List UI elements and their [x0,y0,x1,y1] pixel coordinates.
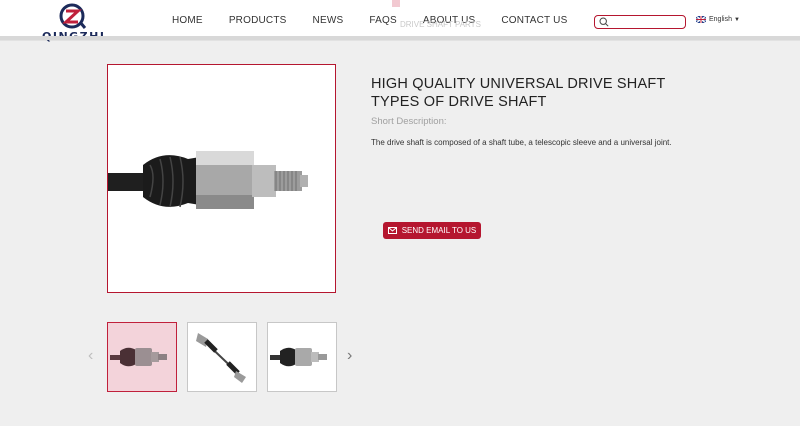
slide-indicators [376,0,408,7]
search-input[interactable] [594,15,686,29]
nav-news[interactable]: NEWS [313,15,344,26]
caret-down-icon: ▼ [733,16,740,23]
ghost-banner-text: DRIVE SHAFT PARTS [400,20,481,29]
drive-shaft-thumbnail-image [270,347,327,367]
drive-shaft-thumbnail-image [196,333,246,383]
chevron-left-icon[interactable]: ‹ [88,348,93,364]
slide-dot-2[interactable] [392,0,400,7]
gallery-thumbnail-2[interactable] [187,322,257,392]
nav-home[interactable]: HOME [172,15,203,26]
drive-shaft-image [108,151,308,209]
header-divider [0,36,800,40]
language-selector[interactable]: English ▼ [696,16,740,23]
send-email-label: SEND EMAIL TO US [401,226,477,235]
nav-faqs[interactable]: FAQS [369,15,396,26]
envelope-icon [387,227,397,234]
gallery-thumbnail-1[interactable] [107,322,177,392]
nav-products[interactable]: PRODUCTS [229,15,287,26]
slide-dot-1[interactable] [376,0,384,7]
product-description: The drive shaft is composed of a shaft t… [371,138,672,147]
send-email-button[interactable]: SEND EMAIL TO US [383,222,481,239]
uk-flag-icon [696,16,706,23]
logo-icon [59,3,87,29]
gallery-thumbnail-3[interactable] [267,322,337,392]
drive-shaft-thumbnail-image [110,347,167,367]
chevron-right-icon[interactable]: › [347,348,352,364]
main-nav: HOME PRODUCTS NEWS FAQS ABOUT US CONTACT… [172,15,593,26]
language-label: English [709,16,732,23]
search-icon[interactable] [599,17,609,27]
short-description-label: Short Description: [371,116,447,127]
product-title: HIGH QUALITY UNIVERSAL DRIVE SHAFT TYPES… [371,75,666,110]
main-product-image[interactable] [107,64,336,293]
nav-contact-us[interactable]: CONTACT US [501,15,567,26]
